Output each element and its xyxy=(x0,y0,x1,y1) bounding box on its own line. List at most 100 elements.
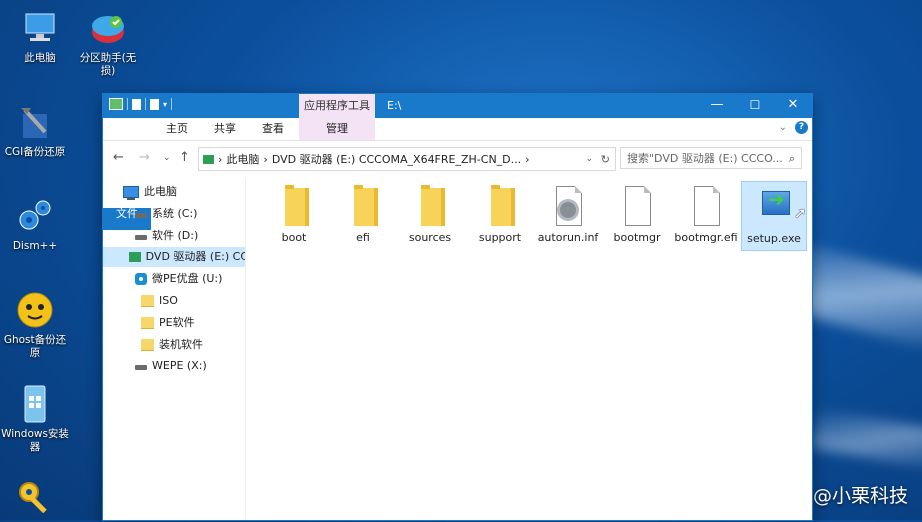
nav-item-software-d[interactable]: 软件 (D:) xyxy=(135,226,198,246)
nav-item-label: DVD 驱动器 (E:) CC xyxy=(145,250,245,263)
tab-home[interactable]: 主页 xyxy=(157,118,197,140)
breadcrumb-separator-icon[interactable]: › xyxy=(218,153,222,166)
ribbon-tabs: 文件 主页 共享 查看 管理 ⌄ ? xyxy=(103,118,812,230)
blank-file-icon xyxy=(619,184,655,226)
explorer-window[interactable]: ▾ 应用程序工具 E:\ — ☐ ✕ 文件 主页 共享 查看 管理 ⌄ ? ← … xyxy=(103,94,812,520)
nav-item-label: 此电脑 xyxy=(144,185,177,198)
desktop-icon-key[interactable] xyxy=(0,478,70,522)
breadcrumb-dvd-drive[interactable]: DVD 驱动器 (E:) CCCOMA_X64FRE_ZH-CN_D... xyxy=(272,151,521,167)
search-input[interactable]: 搜索"DVD 驱动器 (E:) CCCO... ⌕ xyxy=(620,147,802,169)
windows-installer-icon xyxy=(15,384,55,424)
computer-icon xyxy=(20,8,60,48)
folder-icon xyxy=(345,184,381,226)
file-item-folder[interactable]: efi xyxy=(330,184,396,244)
close-button[interactable]: ✕ xyxy=(774,94,812,118)
folder-icon xyxy=(482,184,518,226)
context-tab-application-tools: 应用程序工具 xyxy=(299,94,375,118)
help-icon[interactable]: ? xyxy=(795,121,808,134)
back-arrow-icon[interactable]: ← xyxy=(113,150,124,165)
breadcrumb-separator-icon[interactable]: › xyxy=(263,153,267,166)
search-icon: ⌕ xyxy=(788,152,795,165)
maximize-button[interactable]: ☐ xyxy=(736,94,774,118)
window-title: E:\ xyxy=(387,99,402,112)
desktop-icon-label: Windows安装器 xyxy=(1,428,69,453)
nav-item-label: 系统 (C:) xyxy=(152,207,198,220)
setup-installer-icon: ➜ xyxy=(756,185,792,227)
ghost-icon xyxy=(15,290,55,330)
separator xyxy=(145,98,146,110)
tab-manage[interactable]: 管理 xyxy=(299,118,375,140)
nav-item-label: 软件 (D:) xyxy=(152,229,199,242)
file-item-autorun[interactable]: autorun.inf xyxy=(535,184,601,244)
key-icon xyxy=(15,478,55,518)
file-name: boot xyxy=(281,231,307,244)
desktop-icon-windows-installer[interactable]: Windows安装器 xyxy=(0,384,70,454)
app-icon xyxy=(109,98,123,110)
nav-item-label: ISO xyxy=(159,294,178,307)
desktop-icon-label: 分区助手(无损) xyxy=(79,52,137,77)
recent-locations-icon[interactable]: ⌄ xyxy=(163,153,171,163)
properties-icon[interactable] xyxy=(132,98,141,110)
minimize-button[interactable]: — xyxy=(698,94,736,118)
usb-drive-icon xyxy=(135,273,147,285)
file-name: support xyxy=(478,231,522,244)
folder-icon xyxy=(412,184,448,226)
new-folder-icon[interactable] xyxy=(150,98,159,110)
nav-item-folder-iso[interactable]: ISO xyxy=(141,291,178,311)
file-item-bootmgr-efi[interactable]: bootmgr.efi xyxy=(673,184,739,244)
desktop-icon-label: 此电脑 xyxy=(24,52,56,64)
address-row: ← → ⌄ ↑ › 此电脑 › DVD 驱动器 (E:) CCCOMA_X64F… xyxy=(103,144,812,172)
customize-toolbar-icon[interactable]: ▾ xyxy=(163,100,167,109)
file-item-folder[interactable]: support xyxy=(467,184,533,244)
file-name: bootmgr xyxy=(613,231,661,244)
title-bar[interactable]: ▾ 应用程序工具 E:\ — ☐ ✕ xyxy=(103,94,812,118)
file-name: sources xyxy=(408,231,452,244)
nav-item-dvd-e[interactable]: DVD 驱动器 (E:) CC xyxy=(103,247,245,267)
nav-item-label: 装机软件 xyxy=(159,338,203,351)
nav-item-usb-u[interactable]: 微PE优盘 (U:) xyxy=(135,269,222,289)
nav-item-this-pc[interactable]: 此电脑 xyxy=(123,182,177,202)
breadcrumb-this-pc[interactable]: 此电脑 xyxy=(226,151,259,167)
dism-gears-icon xyxy=(15,196,55,236)
folder-icon xyxy=(141,317,154,329)
nav-item-system-c[interactable]: 系统 (C:) xyxy=(135,204,197,224)
file-name: bootmgr.efi xyxy=(674,231,738,244)
tab-view[interactable]: 查看 xyxy=(253,118,293,140)
nav-item-folder-install-software[interactable]: 装机软件 xyxy=(141,335,203,355)
folder-icon xyxy=(276,184,312,226)
forward-arrow-icon[interactable]: → xyxy=(139,150,150,165)
drive-icon xyxy=(135,212,147,218)
quick-access-toolbar: ▾ xyxy=(109,98,173,110)
file-item-bootmgr[interactable]: bootmgr xyxy=(604,184,670,244)
desktop-icon-label: CGI备份还原 xyxy=(4,146,66,158)
file-item-folder[interactable]: boot xyxy=(261,184,327,244)
desktop-icon-cgi-backup[interactable]: CGI备份还原 xyxy=(0,102,70,159)
desktop-icon-label: Ghost备份还原 xyxy=(3,334,67,359)
separator xyxy=(127,98,128,110)
settings-file-icon xyxy=(550,184,586,226)
desktop-icon-partition-assistant[interactable]: 分区助手(无损) xyxy=(73,8,143,78)
expand-ribbon-icon[interactable]: ⌄ xyxy=(779,122,787,133)
wallpaper-light-streak xyxy=(809,408,922,472)
search-placeholder: 搜索"DVD 驱动器 (E:) CCCO... xyxy=(627,152,783,165)
nav-item-wepe-x[interactable]: WEPE (X:) xyxy=(135,356,207,376)
folder-icon xyxy=(141,295,154,307)
nav-item-label: WEPE (X:) xyxy=(152,359,207,372)
desktop-icon-dism[interactable]: Dism++ xyxy=(0,196,70,253)
desktop-icon-this-pc[interactable]: 此电脑 xyxy=(5,8,75,65)
drive-icon xyxy=(135,234,147,240)
nav-item-label: PE软件 xyxy=(159,316,195,329)
breadcrumb-separator-icon[interactable]: › xyxy=(525,153,529,166)
desktop-icon-ghost[interactable]: Ghost备份还原 xyxy=(0,290,70,360)
blank-file-icon xyxy=(688,184,724,226)
cgi-backup-icon xyxy=(15,102,55,142)
file-name: setup.exe xyxy=(747,232,801,245)
file-item-folder[interactable]: sources xyxy=(397,184,463,244)
address-dropdown-icon[interactable]: ⌄ xyxy=(585,154,593,164)
refresh-icon[interactable]: ↻ xyxy=(601,153,610,166)
up-arrow-icon[interactable]: ↑ xyxy=(179,150,190,165)
tab-share[interactable]: 共享 xyxy=(205,118,245,140)
nav-item-folder-pe-software[interactable]: PE软件 xyxy=(141,313,195,333)
mouse-cursor-icon: ➚ xyxy=(794,204,807,222)
address-bar[interactable]: › 此电脑 › DVD 驱动器 (E:) CCCOMA_X64FRE_ZH-CN… xyxy=(198,147,616,171)
